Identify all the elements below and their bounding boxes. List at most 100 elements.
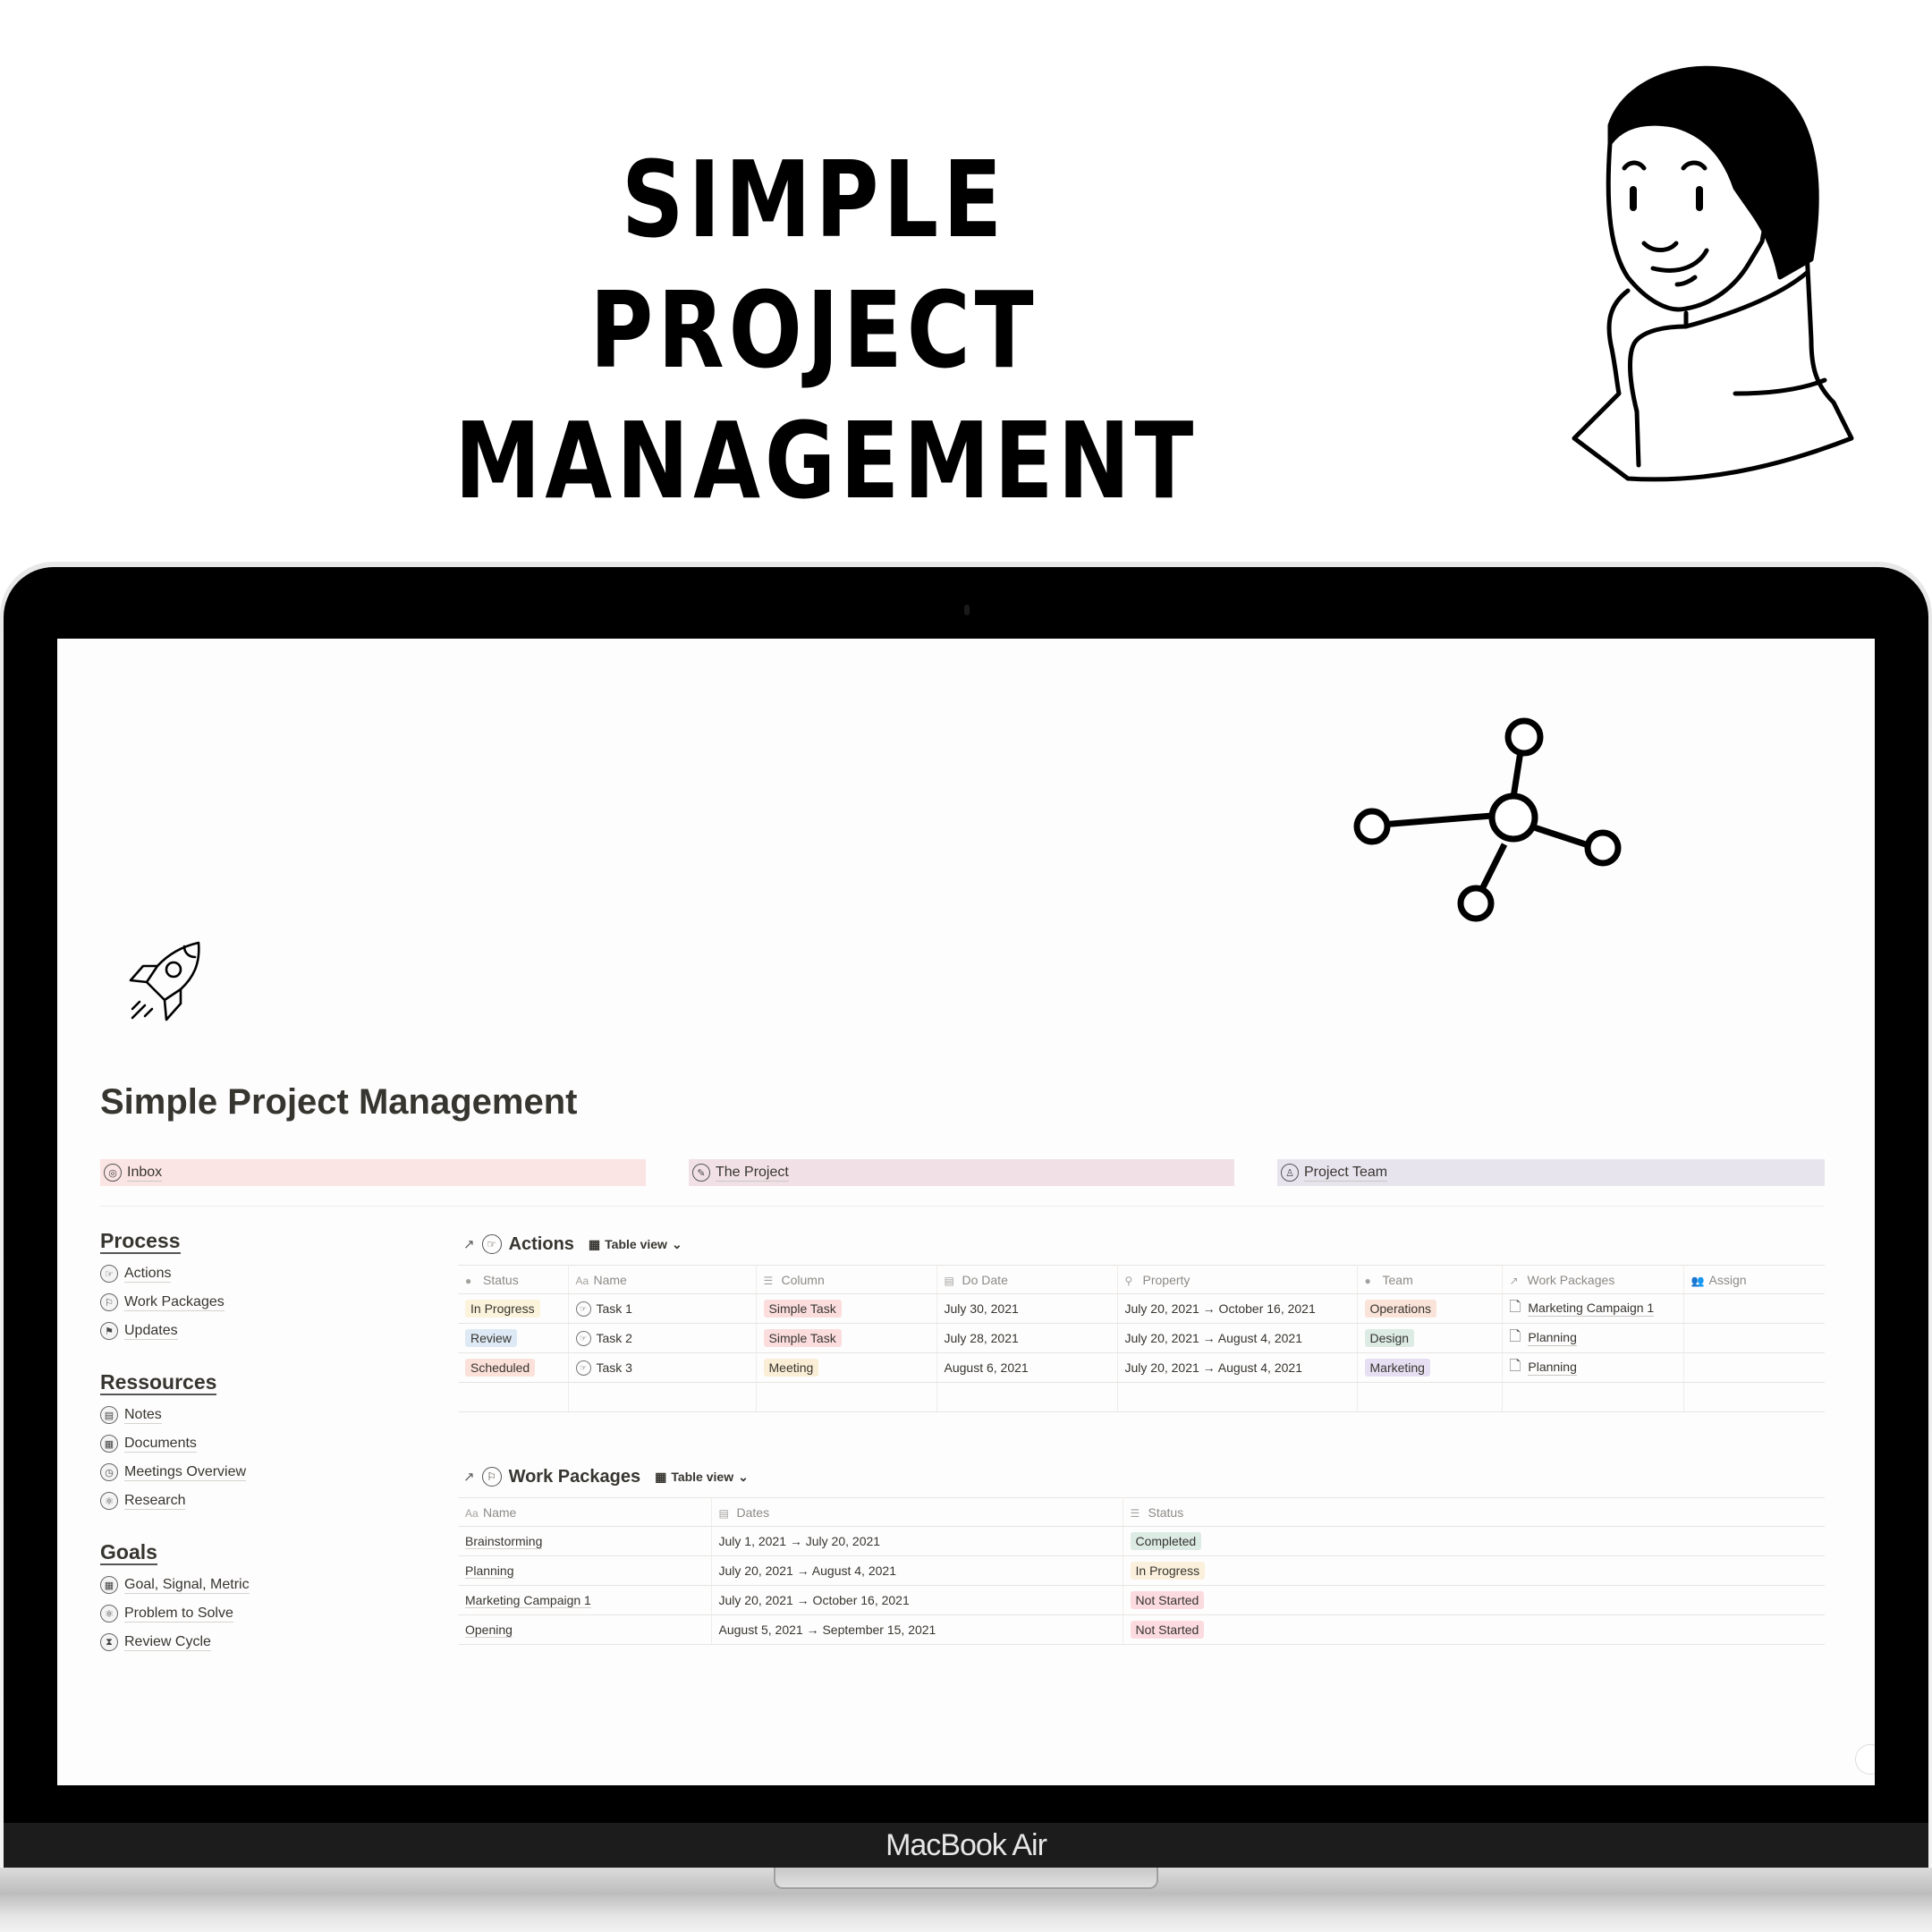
dates-cell[interactable]: July 20, 2021 → October 16, 2021 [711, 1585, 1123, 1615]
sidebar-item-notes[interactable]: ▤ Notes [100, 1401, 369, 1429]
column-header-status[interactable]: ● Status [458, 1265, 569, 1294]
empty-cell[interactable] [1117, 1382, 1358, 1412]
sidebar-item-problem-to-solve[interactable]: ⚛ Problem to Solve [100, 1599, 369, 1628]
column-header-property[interactable]: ⚲ Property [1117, 1265, 1358, 1294]
work-package-link[interactable]: Marketing Campaign 1 [1528, 1301, 1655, 1317]
do-date-cell[interactable]: July 28, 2021 [936, 1323, 1118, 1353]
view-switcher[interactable]: ▦ Table view ⌄ [589, 1237, 682, 1252]
status-cell[interactable]: In Progress [458, 1293, 569, 1324]
work-package-link[interactable]: Planning [1528, 1360, 1577, 1376]
property-cell[interactable]: July 20, 2021 → October 16, 2021 [1117, 1293, 1358, 1324]
property-cell[interactable]: July 20, 2021 → August 4, 2021 [1117, 1323, 1358, 1353]
empty-cell[interactable] [568, 1382, 757, 1412]
empty-cell[interactable] [458, 1382, 569, 1412]
work-packages-table: Aa Name ▤ Dates ☰ Status Brainstorming July … [458, 1497, 1825, 1645]
table-row[interactable]: Opening August 5, 2021 → September 15, 20… [458, 1614, 1825, 1645]
callout-label[interactable]: The Project [716, 1165, 789, 1182]
do-date-cell[interactable]: August 6, 2021 [936, 1352, 1118, 1383]
column-header-assign[interactable]: 👥 Assign [1683, 1265, 1825, 1294]
empty-cell[interactable] [936, 1382, 1118, 1412]
dates-cell[interactable]: July 1, 2021 → July 20, 2021 [711, 1526, 1123, 1556]
work-package-name[interactable]: Planning [465, 1563, 514, 1579]
empty-cell[interactable] [1502, 1382, 1684, 1412]
team-cell[interactable]: Design [1357, 1323, 1503, 1353]
assign-cell[interactable] [1683, 1293, 1825, 1324]
sidebar-item-updates[interactable]: ⚑ Updates [100, 1317, 369, 1345]
table-row[interactable]: Marketing Campaign 1 July 20, 2021 → Octo… [458, 1585, 1825, 1615]
status-cell[interactable]: Completed [1123, 1526, 1825, 1556]
empty-cell[interactable] [756, 1382, 937, 1412]
do-date-cell[interactable]: July 30, 2021 [936, 1293, 1118, 1324]
empty-cell[interactable] [1357, 1382, 1503, 1412]
sidebar-item-goal-signal-metric[interactable]: ▦ Goal, Signal, Metric [100, 1571, 369, 1599]
column-header-team[interactable]: ● Team [1357, 1265, 1503, 1294]
column-cell[interactable]: Meeting [756, 1352, 937, 1383]
status-cell[interactable]: Not Started [1123, 1585, 1825, 1615]
task-name[interactable]: Task 3 [597, 1360, 632, 1375]
sidebar-item-review-cycle[interactable]: ⧗ Review Cycle [100, 1628, 369, 1657]
empty-row[interactable] [458, 1382, 1825, 1412]
table-row[interactable]: Scheduled ☞ Task 3 Meeting August 6, 2021 Jul… [458, 1352, 1825, 1383]
callout-label[interactable]: Inbox [127, 1165, 163, 1182]
column-header-name[interactable]: Aa Name [458, 1497, 712, 1527]
view-switcher[interactable]: ▦ Table view ⌄ [655, 1470, 749, 1485]
database-title[interactable]: Work Packages [509, 1467, 641, 1487]
dates-cell[interactable]: August 5, 2021 → September 15, 2021 [711, 1614, 1123, 1645]
callout-label[interactable]: Project Team [1304, 1165, 1388, 1182]
help-button[interactable] [1855, 1744, 1875, 1775]
rocket-icon[interactable] [120, 937, 209, 1027]
name-cell[interactable]: ☞ Task 2 [568, 1323, 757, 1353]
work-package-link[interactable]: Planning [1528, 1330, 1577, 1346]
column-cell[interactable]: Simple Task [756, 1293, 937, 1324]
sidebar-item-work-packages[interactable]: ⚐ Work Packages [100, 1288, 369, 1317]
table-row[interactable]: Brainstorming July 1, 2021 → July 20, 202… [458, 1526, 1825, 1556]
callout-inbox[interactable]: ◎ Inbox [100, 1159, 646, 1186]
sidebar-item-meetings-overview[interactable]: ◷ Meetings Overview [100, 1458, 369, 1487]
callout-the-project[interactable]: ✎ The Project [689, 1159, 1234, 1186]
task-name[interactable]: Task 1 [597, 1301, 632, 1316]
status-cell[interactable]: Scheduled [458, 1352, 569, 1383]
status-cell[interactable]: Review [458, 1323, 569, 1353]
name-cell[interactable]: Planning [458, 1555, 712, 1586]
name-cell[interactable]: Opening [458, 1614, 712, 1645]
sidebar-item-documents[interactable]: ▦ Documents [100, 1429, 369, 1458]
column-header-dates[interactable]: ▤ Dates [711, 1497, 1123, 1527]
work-package-cell[interactable]: 🗋 Marketing Campaign 1 [1502, 1293, 1684, 1324]
assign-cell[interactable] [1683, 1352, 1825, 1383]
column-header-do-date[interactable]: ▤ Do Date [936, 1265, 1118, 1294]
column-cell[interactable]: Simple Task [756, 1323, 937, 1353]
sidebar-item-actions[interactable]: ☞ Actions [100, 1259, 369, 1288]
work-package-name[interactable]: Brainstorming [465, 1533, 543, 1549]
work-package-cell[interactable]: 🗋 Planning [1502, 1323, 1684, 1353]
callout-project-team[interactable]: ♙ Project Team [1277, 1159, 1825, 1186]
dates-cell[interactable]: July 20, 2021 → August 4, 2021 [711, 1555, 1123, 1586]
status-cell[interactable]: In Progress [1123, 1555, 1825, 1586]
table-row[interactable]: Planning July 20, 2021 → August 4, 2021 In… [458, 1555, 1825, 1586]
table-row[interactable]: In Progress ☞ Task 1 Simple Task July 30, 20… [458, 1293, 1825, 1324]
status-cell[interactable]: Not Started [1123, 1614, 1825, 1645]
column-header-column[interactable]: ☰ Column [756, 1265, 937, 1294]
name-cell[interactable]: Marketing Campaign 1 [458, 1585, 712, 1615]
database-header: ↗ ☞ Actions ▦ Table view ⌄ [458, 1229, 1825, 1259]
open-linked-arrow-icon[interactable]: ↗ [463, 1236, 475, 1252]
empty-cell[interactable] [1683, 1382, 1825, 1412]
name-cell[interactable]: ☞ Task 1 [568, 1293, 757, 1324]
team-cell[interactable]: Marketing [1357, 1352, 1503, 1383]
open-linked-arrow-icon[interactable]: ↗ [463, 1469, 475, 1485]
property-cell[interactable]: July 20, 2021 → August 4, 2021 [1117, 1352, 1358, 1383]
sidebar-item-research[interactable]: ⚛ Research [100, 1487, 369, 1515]
work-package-name[interactable]: Marketing Campaign 1 [465, 1592, 591, 1608]
table-row[interactable]: Review ☞ Task 2 Simple Task July 28, 2021 Jul… [458, 1323, 1825, 1353]
column-header-name[interactable]: Aa Name [568, 1265, 757, 1294]
database-title[interactable]: Actions [509, 1234, 574, 1255]
name-cell[interactable]: Brainstorming [458, 1526, 712, 1556]
team-cell[interactable]: Operations [1357, 1293, 1503, 1324]
work-package-name[interactable]: Opening [465, 1622, 513, 1638]
column-header-status[interactable]: ☰ Status [1123, 1497, 1825, 1527]
column-header-work-packages[interactable]: ↗ Work Packages [1502, 1265, 1684, 1294]
task-name[interactable]: Task 2 [597, 1331, 632, 1345]
name-cell[interactable]: ☞ Task 3 [568, 1352, 757, 1383]
sidebar-item-label: Work Packages [124, 1294, 225, 1311]
work-package-cell[interactable]: 🗋 Planning [1502, 1352, 1684, 1383]
assign-cell[interactable] [1683, 1323, 1825, 1353]
